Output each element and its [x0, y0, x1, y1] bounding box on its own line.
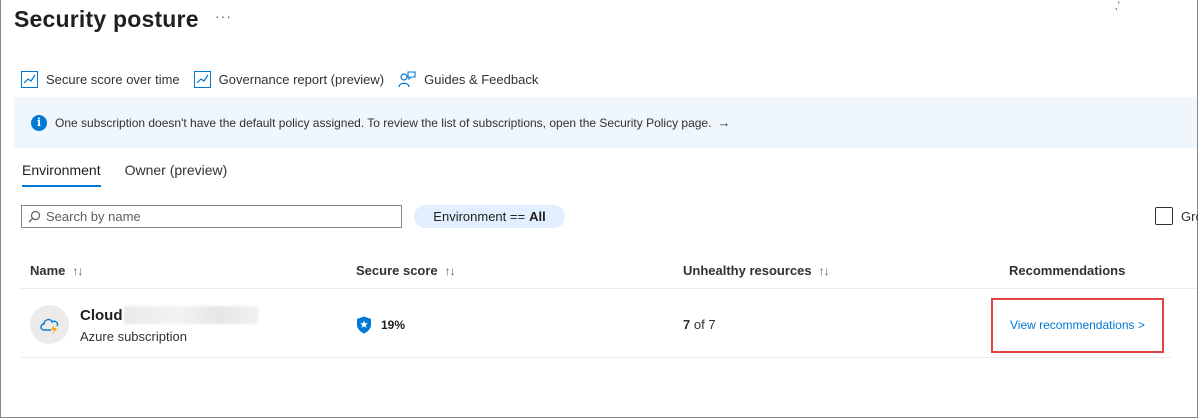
sort-icon[interactable]: ↑↓ [819, 264, 830, 278]
divider [21, 288, 1197, 289]
page-title: Security posture [14, 6, 199, 32]
more-options-button[interactable]: ··· [215, 8, 232, 24]
unhealthy-resources-cell: 7 of 7 [683, 317, 716, 332]
info-icon: i [31, 114, 47, 131]
column-header-recommendations: Recommendations [1009, 263, 1125, 278]
banner-text: One subscription doesn't have the defaul… [55, 115, 712, 130]
sort-icon[interactable]: ↑↓ [72, 264, 83, 278]
unhealthy-total: of 7 [693, 317, 716, 332]
secure-score-value: 19% [381, 318, 406, 332]
secure-score-over-time-button[interactable]: Secure score over time [21, 70, 180, 88]
secure-score-cell: 19% [356, 316, 405, 334]
subscription-type: Azure subscription [80, 329, 187, 344]
column-header-name[interactable]: Name ↑↓ [30, 263, 83, 278]
guides-feedback-label: Guides & Feedback [424, 71, 539, 87]
tab-environment[interactable]: Environment [22, 162, 101, 187]
filter-value: All [529, 209, 546, 224]
corner-mark: ‚’ [1115, 0, 1120, 12]
search-icon [28, 210, 41, 223]
divider [21, 357, 1171, 358]
subscription-name-text: Cloud [80, 306, 123, 324]
arrow-right-icon[interactable]: → [717, 115, 730, 130]
column-secure-score-label: Secure score [356, 263, 438, 278]
cloud-subscription-icon [30, 305, 69, 344]
checkbox-box[interactable] [1155, 207, 1173, 225]
chart-line-icon [21, 70, 38, 88]
feedback-person-icon [398, 70, 416, 87]
column-header-unhealthy[interactable]: Unhealthy resources ↑↓ [683, 263, 830, 278]
governance-report-label: Governance report (preview) [218, 71, 385, 87]
governance-report-button[interactable]: Governance report (preview) [193, 70, 385, 88]
tab-owner-preview[interactable]: Owner (preview) [125, 162, 228, 187]
column-name-label: Name [30, 263, 66, 278]
environment-filter-pill[interactable]: Environment == All [414, 205, 565, 228]
policy-info-banner[interactable]: i One subscription doesn't have the defa… [14, 97, 1197, 148]
column-unhealthy-label: Unhealthy resources [683, 263, 812, 278]
chart-line-icon [193, 70, 211, 88]
table-header: Name ↑↓ Secure score ↑↓ Unhealthy resour… [0, 263, 1198, 289]
filter-prefix: Environment == [433, 209, 526, 224]
guides-feedback-button[interactable]: Guides & Feedback [398, 70, 539, 88]
column-header-secure-score[interactable]: Secure score ↑↓ [356, 263, 456, 278]
shield-star-icon [357, 316, 371, 334]
secure-score-over-time-label: Secure score over time [46, 71, 180, 87]
subscription-name[interactable]: Cloud [80, 306, 258, 324]
search-input[interactable]: Search by name [21, 205, 402, 228]
column-recommendations-label: Recommendations [1009, 263, 1126, 278]
unhealthy-count: 7 [683, 317, 691, 332]
sort-icon[interactable]: ↑↓ [445, 264, 456, 278]
toolbar: Secure score over time Governance report… [21, 68, 552, 90]
search-placeholder: Search by name [46, 209, 141, 224]
highlight-annotation-box [991, 298, 1164, 353]
view-tabs: Environment Owner (preview) [22, 162, 251, 187]
redacted-text [123, 306, 258, 324]
group-by-checkbox[interactable]: Gro [1155, 207, 1198, 225]
group-by-label: Gro [1181, 208, 1198, 224]
